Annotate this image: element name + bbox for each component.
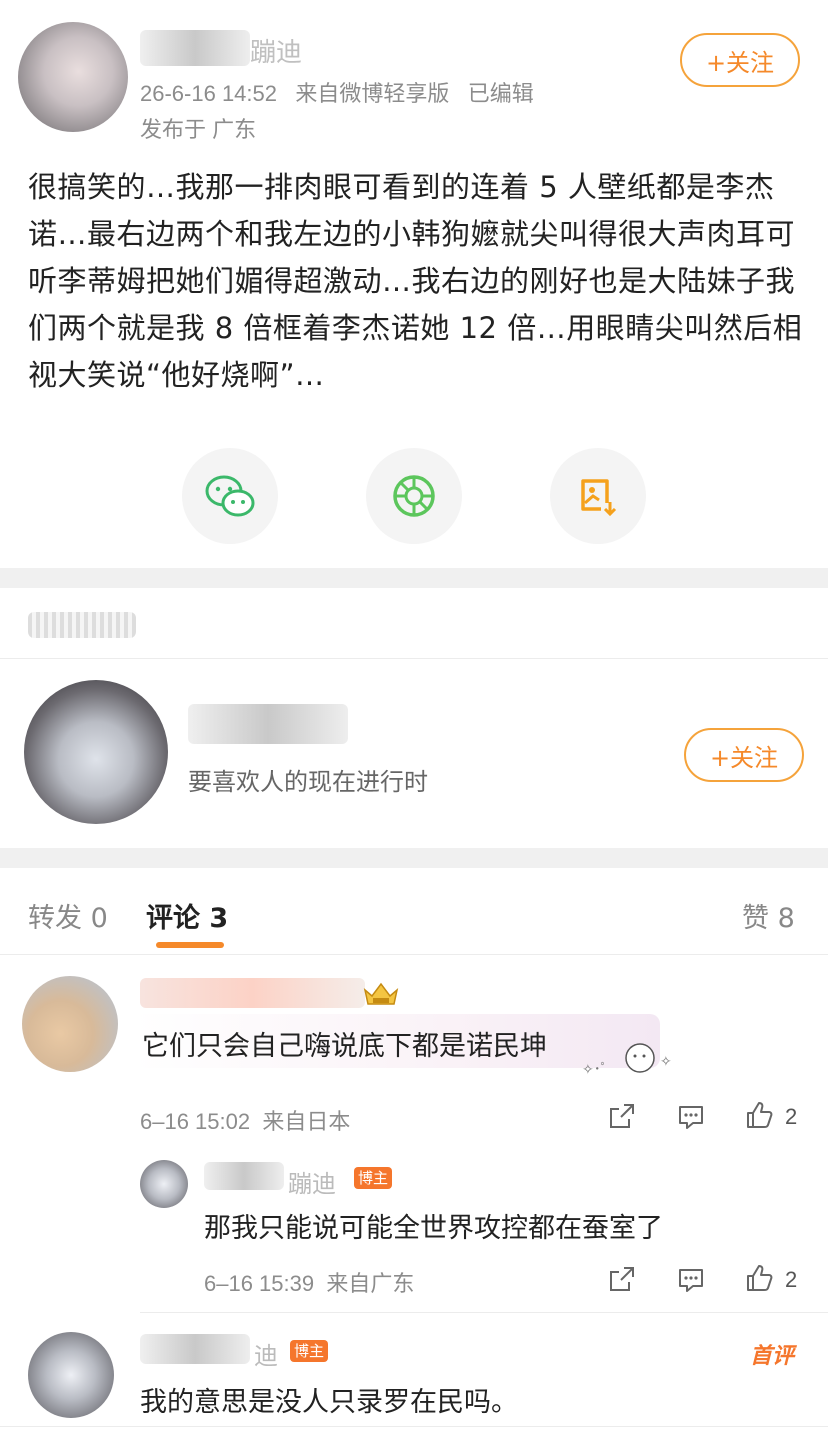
- comment-time: 6–16 15:02: [140, 1109, 251, 1134]
- like-count: 2: [785, 1104, 798, 1129]
- save-image-icon: [581, 479, 617, 517]
- save-image-button[interactable]: [550, 448, 646, 544]
- post-source: 来自微博轻享版: [295, 81, 450, 106]
- moments-icon: [393, 475, 435, 517]
- reply-source: 来自广东: [326, 1271, 415, 1296]
- reply-text: 那我只能说可能全世界攻控都在蚕室了: [204, 1213, 663, 1244]
- like-icon[interactable]: [744, 1100, 774, 1130]
- tab-comment[interactable]: 评论 3: [146, 896, 228, 935]
- sticker-icon: ✧･ﾟ ✧: [582, 1043, 672, 1078]
- post-timestamp: 26-6-16 14:52: [140, 81, 277, 106]
- share-icon[interactable]: [607, 1264, 637, 1294]
- comment-text: 它们只会自己嗨说底下都是诺民坤: [142, 1031, 547, 1062]
- profile-follow-button[interactable]: +关注: [684, 728, 804, 782]
- blogger-name-redacted[interactable]: [140, 1334, 250, 1364]
- profile-bio: 要喜欢人的现在进行时: [188, 768, 428, 796]
- post-edited: 已编辑: [467, 81, 534, 106]
- blogger-badge: 博主: [290, 1340, 329, 1362]
- section-divider: [0, 568, 828, 588]
- commenter-avatar[interactable]: [22, 976, 118, 1072]
- tab-active-underline: [156, 942, 224, 948]
- comment-meta: 6–16 15:02 来自日本: [140, 1104, 350, 1136]
- author-avatar[interactable]: [18, 22, 128, 132]
- separator-line: [0, 1426, 828, 1427]
- like-icon[interactable]: [744, 1263, 774, 1293]
- tab-like[interactable]: 赞 8: [742, 896, 795, 935]
- share-icon[interactable]: [607, 1101, 637, 1131]
- author-name[interactable]: 蹦迪: [250, 32, 302, 69]
- crown-badge-icon: [363, 982, 399, 1005]
- separator-line: [0, 954, 828, 955]
- blogger-name[interactable]: 蹦迪: [288, 1164, 336, 1199]
- tab-repost[interactable]: 转发 0: [28, 896, 108, 935]
- comment-source: 来自日本: [262, 1109, 351, 1134]
- reply-icon[interactable]: [676, 1265, 706, 1295]
- author-name-redacted[interactable]: [140, 30, 250, 66]
- blogger-avatar[interactable]: [28, 1332, 114, 1418]
- share-moments-button[interactable]: [366, 448, 462, 544]
- like-count: 2: [785, 1267, 798, 1292]
- profile-avatar[interactable]: [24, 680, 168, 824]
- first-comment-tag: 首评: [750, 1344, 795, 1369]
- reply-icon[interactable]: [676, 1102, 706, 1132]
- post-meta: 26-6-16 14:52 来自微博轻享版 已编辑: [140, 76, 534, 108]
- blogger-avatar[interactable]: [140, 1160, 188, 1208]
- blogger-name-redacted[interactable]: [204, 1162, 284, 1190]
- reply-time: 6–16 15:39: [204, 1271, 315, 1296]
- comment-text: 我的意思是没人只录罗在民吗。: [140, 1387, 518, 1418]
- svg-text:✧: ✧: [660, 1054, 672, 1070]
- separator-line: [0, 658, 828, 659]
- svg-text:✧･ﾟ: ✧･ﾟ: [582, 1062, 608, 1078]
- profile-name-redacted[interactable]: [188, 704, 348, 744]
- separator-line: [140, 1312, 828, 1313]
- follow-button[interactable]: +关注: [680, 33, 800, 87]
- wechat-icon: [205, 475, 255, 517]
- section-divider: [0, 848, 828, 868]
- post-location: 发布于 广东: [140, 117, 257, 142]
- post-body: 很搞笑的…我那一排肉眼可看到的连着 5 人壁纸都是李杰诺…最右边两个和我左边的小…: [28, 170, 803, 392]
- section-title-redacted: [28, 612, 136, 638]
- share-wechat-button[interactable]: [182, 448, 278, 544]
- commenter-name-redacted[interactable]: [140, 978, 365, 1008]
- blogger-badge: 博主: [354, 1167, 393, 1189]
- reply-meta: 6–16 15:39 来自广东: [204, 1266, 414, 1298]
- blogger-name[interactable]: 迪: [254, 1336, 278, 1371]
